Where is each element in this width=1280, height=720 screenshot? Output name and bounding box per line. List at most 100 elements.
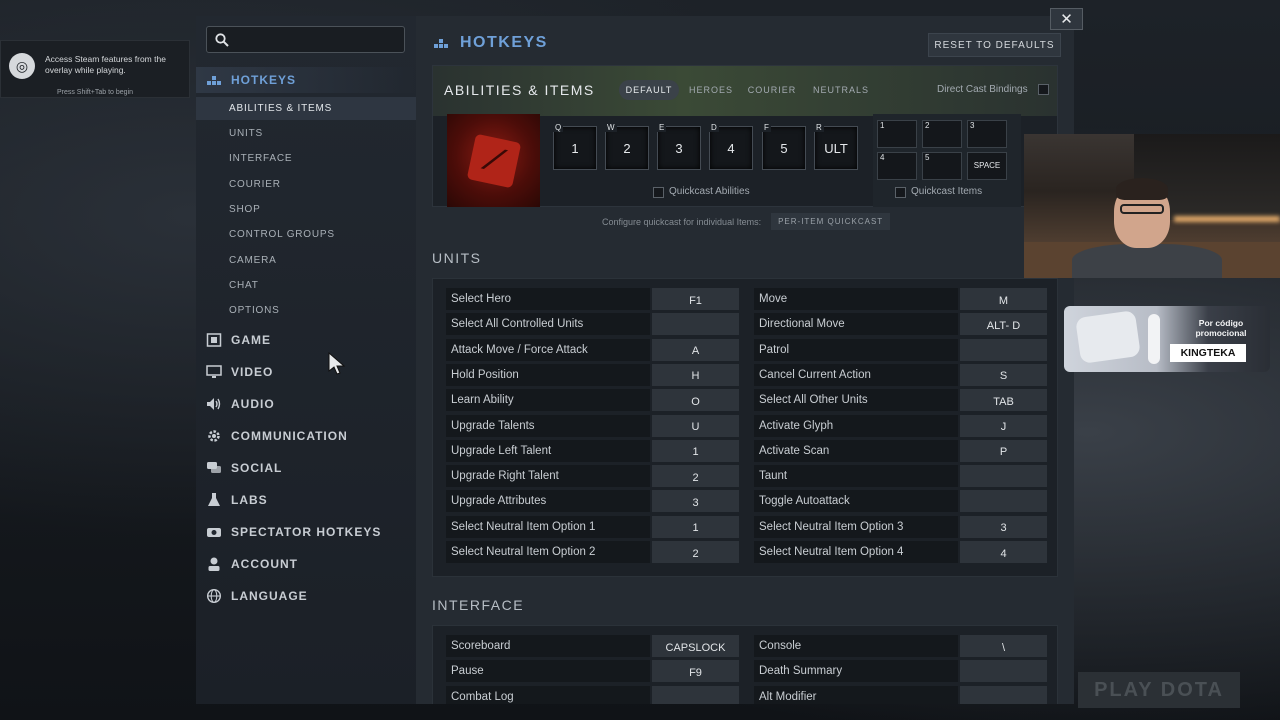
hotkey-binding-button[interactable]: TAB: [960, 389, 1047, 412]
hotkey-binding-button[interactable]: 3: [652, 490, 739, 513]
nav-sub-control-groups[interactable]: CONTROL GROUPS: [196, 223, 416, 246]
search-input[interactable]: [235, 32, 395, 47]
nav-social[interactable]: SOCIAL: [196, 455, 416, 481]
ability-slot-d[interactable]: D4: [709, 123, 753, 170]
hotkey-binding-button[interactable]: [652, 313, 739, 336]
hotkey-binding-button[interactable]: [960, 338, 1047, 361]
nav-sub-chat[interactable]: CHAT: [196, 274, 416, 297]
hotkey-binding-button[interactable]: S: [960, 363, 1047, 386]
ability-slot-r[interactable]: R ULT: [814, 123, 858, 170]
nav-game[interactable]: GAME: [196, 327, 416, 353]
direct-cast-checkbox[interactable]: [1038, 84, 1049, 95]
slot-letter: Q: [553, 123, 564, 132]
tab-courier[interactable]: COURIER: [745, 80, 799, 100]
promo-text: Por código promocional: [1195, 318, 1247, 338]
hotkey-label: Select All Other Units: [754, 389, 958, 412]
nav-communication[interactable]: COMMUNICATION: [196, 423, 416, 449]
hotkey-label: Directional Move: [754, 313, 958, 336]
ability-slot-e[interactable]: E3: [657, 123, 701, 170]
nav-labs[interactable]: LABS: [196, 487, 416, 513]
nav-video[interactable]: VIDEO: [196, 359, 416, 385]
nav-spectator-hotkeys[interactable]: SPECTATOR HOTKEYS: [196, 519, 416, 545]
hotkey-binding-button[interactable]: 3: [960, 515, 1047, 538]
hotkey-binding-button[interactable]: CAPSLOCK: [652, 635, 739, 657]
hotkey-binding-button[interactable]: M: [960, 288, 1047, 310]
slot-letter: 5: [925, 153, 930, 162]
tab-neutrals[interactable]: NEUTRALS: [811, 80, 871, 100]
slot-key: 1: [571, 141, 579, 156]
nav-sub-label: CHAT: [229, 280, 259, 291]
nav-sub-interface[interactable]: INTERFACE: [196, 147, 416, 170]
slot-key: ULT: [824, 141, 848, 156]
hotkey-binding-button[interactable]: 2: [652, 465, 739, 488]
per-item-quickcast-row: Configure quickcast for individual Items…: [602, 213, 891, 230]
hotkey-binding-button[interactable]: ALT- D: [960, 313, 1047, 336]
interface-hotkeys-grid: Scoreboard CAPSLOCK Pause F9 Combat Log Conso…: [432, 625, 1058, 704]
play-dota-button: PLAY DOTA: [1078, 672, 1240, 708]
nav-sub-options[interactable]: OPTIONS: [196, 299, 416, 322]
dota-logo-icon: ⟋: [466, 133, 521, 188]
hotkey-binding-button[interactable]: A: [652, 338, 739, 361]
nav-sub-label: ABILITIES & ITEMS: [229, 103, 333, 114]
hotkey-binding-button[interactable]: H: [652, 363, 739, 386]
hotkey-binding-button[interactable]: [960, 660, 1047, 683]
hotkey-binding-button[interactable]: U: [652, 414, 739, 437]
hotkey-binding-button[interactable]: P: [960, 439, 1047, 462]
webcam-led-light: [1174, 216, 1280, 222]
page-title-text: HOTKEYS: [460, 34, 548, 51]
nav-sub-label: UNITS: [229, 128, 263, 139]
ability-slot-f[interactable]: F5: [762, 123, 806, 170]
item-slot-5[interactable]: 5: [922, 152, 962, 180]
nav-sub-abilities-items[interactable]: ABILITIES & ITEMS: [196, 97, 416, 120]
hotkey-binding-button[interactable]: [960, 490, 1047, 513]
search-icon: [215, 32, 229, 47]
item-slot-2[interactable]: 2: [922, 120, 962, 148]
search-box[interactable]: [206, 26, 405, 53]
quickcast-abilities-checkbox[interactable]: [653, 187, 664, 198]
nav-sub-units[interactable]: UNITS: [196, 122, 416, 145]
slot-letter: 3: [970, 121, 975, 130]
tab-default[interactable]: DEFAULT: [619, 80, 679, 100]
section-title-units: UNITS: [432, 250, 482, 266]
ability-slot-w[interactable]: W2: [605, 123, 649, 170]
hotkey-binding-button[interactable]: O: [652, 389, 739, 412]
nav-audio[interactable]: AUDIO: [196, 391, 416, 417]
hotkey-binding-button[interactable]: 4: [960, 541, 1047, 563]
hotkey-binding-button[interactable]: 1: [652, 515, 739, 538]
hotkey-binding-button[interactable]: [652, 685, 739, 704]
ability-slot-q[interactable]: Q1: [553, 123, 597, 170]
item-slot-3[interactable]: 3: [967, 120, 1007, 148]
hotkey-binding-button[interactable]: F1: [652, 288, 739, 310]
hotkey-binding-button[interactable]: \: [960, 635, 1047, 657]
hotkey-row: Console \: [754, 635, 1047, 657]
reset-to-defaults-button[interactable]: RESET TO DEFAULTS: [928, 33, 1061, 57]
hotkey-binding-button[interactable]: F9: [652, 660, 739, 683]
item-slot-4[interactable]: 4: [877, 152, 917, 180]
nav-language[interactable]: LANGUAGE: [196, 583, 416, 609]
slot-letter: E: [657, 123, 667, 132]
hotkey-binding-button[interactable]: [960, 685, 1047, 704]
promo-banner: Por código promocional KINGTEKA: [1064, 306, 1270, 372]
nav-hotkeys[interactable]: HOTKEYS: [196, 67, 416, 93]
item-slot-1[interactable]: 1: [877, 120, 917, 148]
nav-sub-courier[interactable]: COURIER: [196, 173, 416, 196]
hotkey-label: Attack Move / Force Attack: [446, 338, 650, 361]
close-button[interactable]: ✕: [1050, 8, 1083, 30]
hotkey-binding-button[interactable]: 2: [652, 541, 739, 563]
streamer-webcam: [1024, 134, 1280, 278]
per-item-quickcast-button[interactable]: PER-ITEM QUICKCAST: [771, 213, 891, 230]
nav-sub-camera[interactable]: CAMERA: [196, 249, 416, 272]
hotkey-row: Upgrade Talents U: [446, 414, 739, 437]
hotkey-binding-button[interactable]: 1: [652, 439, 739, 462]
nav-account[interactable]: ACCOUNT: [196, 551, 416, 577]
tab-heroes[interactable]: HEROES: [687, 80, 735, 100]
hotkey-row: Scoreboard CAPSLOCK: [446, 635, 739, 657]
hotkey-row: Attack Move / Force Attack A: [446, 338, 739, 361]
hotkey-label: Console: [754, 635, 958, 657]
item-slot-space[interactable]: SPACE: [967, 152, 1007, 180]
hotkey-binding-button[interactable]: [960, 465, 1047, 488]
user-icon: [208, 557, 220, 571]
quickcast-items-checkbox[interactable]: [895, 187, 906, 198]
nav-sub-shop[interactable]: SHOP: [196, 198, 416, 221]
hotkey-binding-button[interactable]: J: [960, 414, 1047, 437]
